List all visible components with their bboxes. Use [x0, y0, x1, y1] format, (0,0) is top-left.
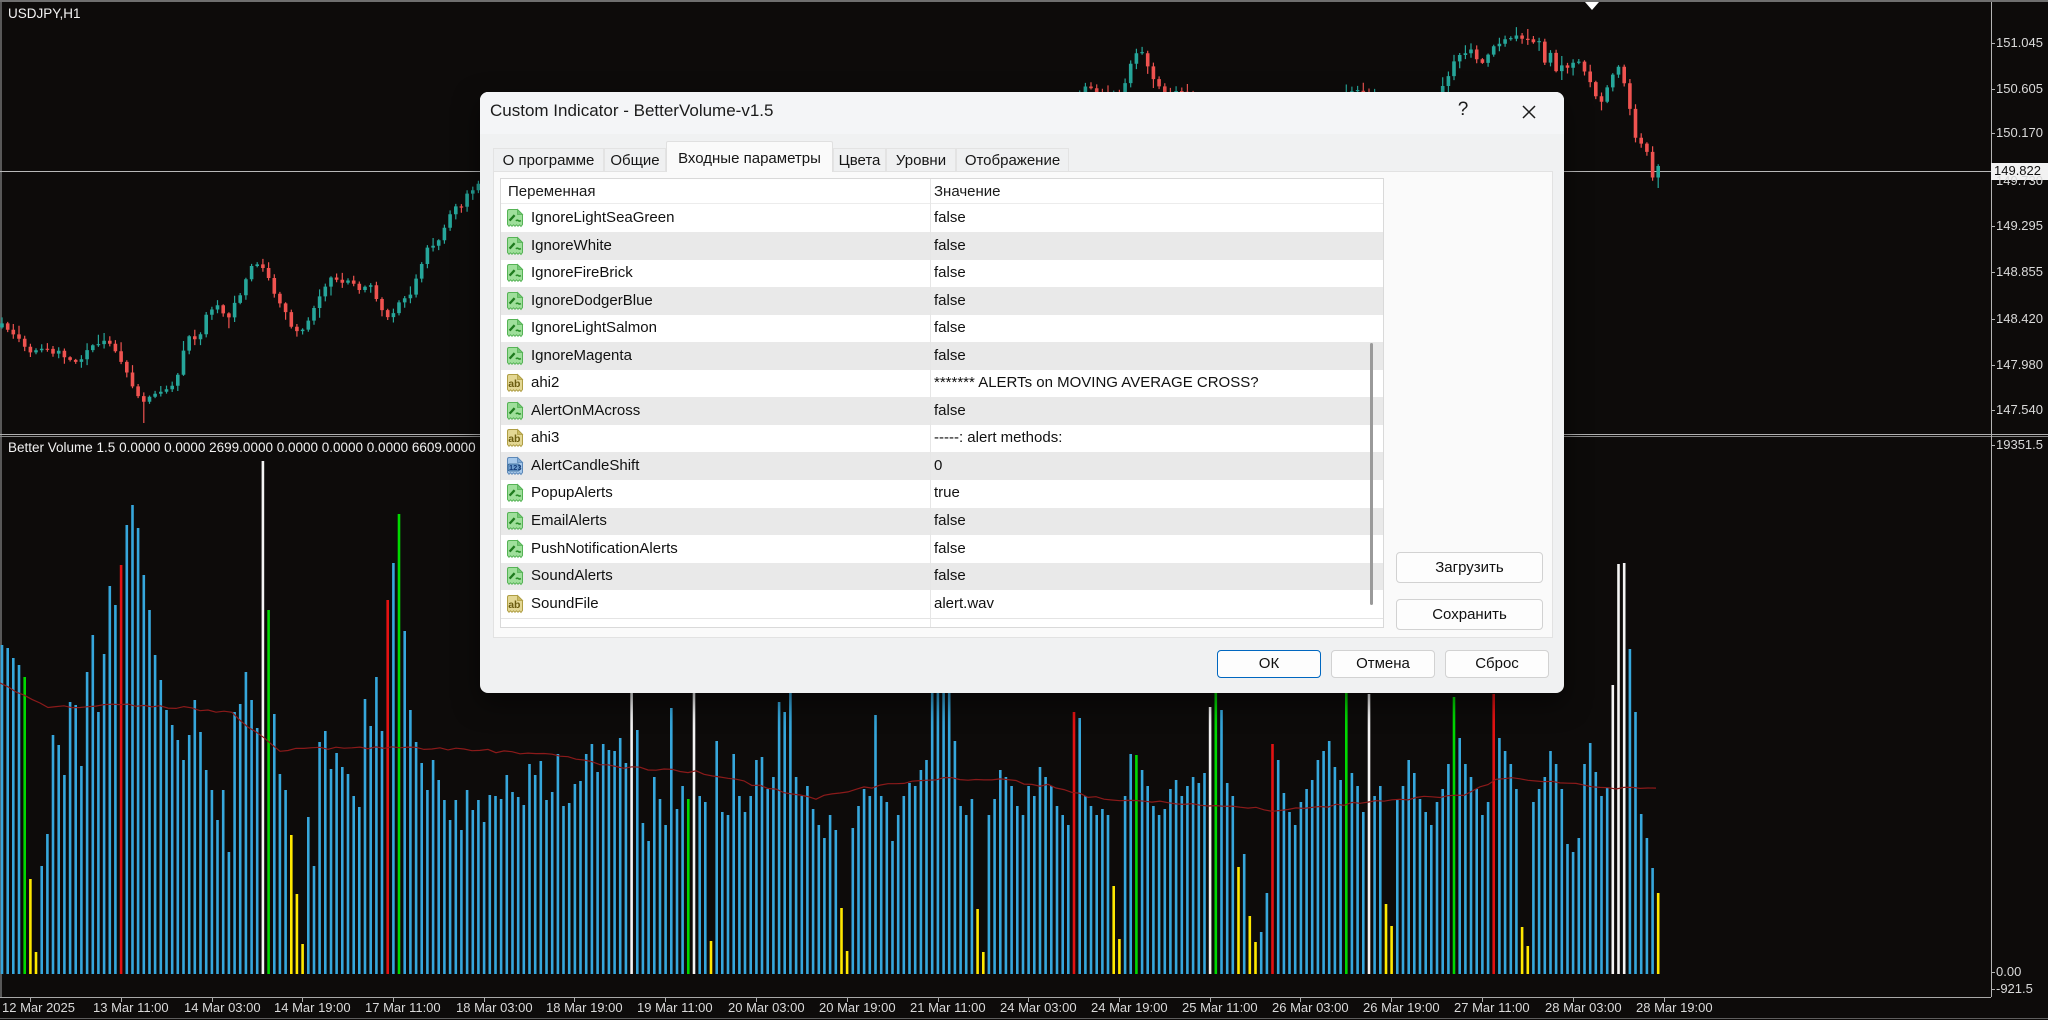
svg-text:ab: ab	[508, 378, 520, 390]
svg-text:ab: ab	[508, 599, 520, 611]
svg-text:ab: ab	[508, 434, 520, 446]
svg-text:123: 123	[509, 463, 522, 472]
